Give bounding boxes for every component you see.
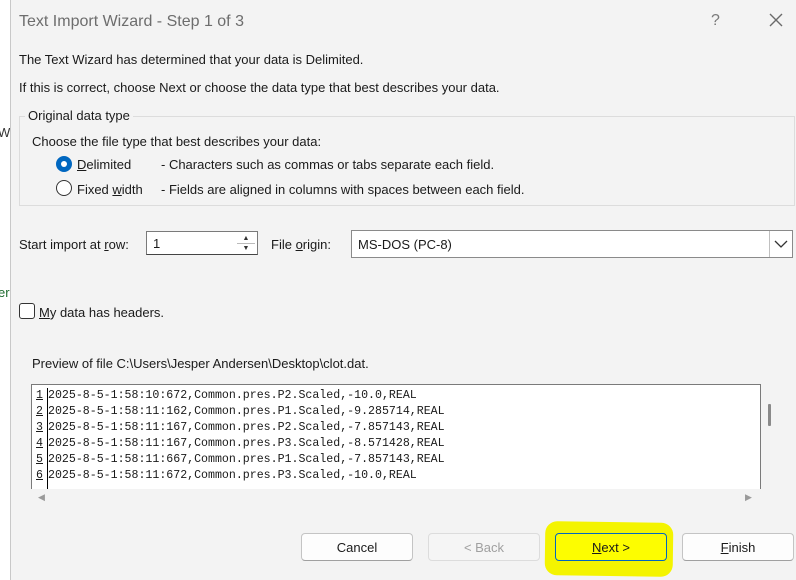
row-text: 2025-8-5-1:58:11:162,Common.pres.P1.Scal… — [48, 405, 445, 418]
stepper-buttons: ▲ ▼ — [237, 233, 255, 253]
next-button[interactable]: Next > — [555, 533, 667, 561]
close-icon — [769, 13, 783, 27]
intro-text: The Text Wizard has determined that your… — [19, 52, 364, 67]
row-number: 3 — [36, 421, 43, 434]
background-fragment: W — [0, 125, 11, 140]
fixed-width-radio[interactable] — [56, 180, 72, 196]
start-row-stepper[interactable]: 1 ▲ ▼ — [146, 231, 258, 255]
file-origin-label: File origin: — [271, 237, 331, 252]
row-text: 2025-8-5-1:58:11:672,Common.pres.P3.Scal… — [48, 469, 417, 482]
cancel-button[interactable]: Cancel — [301, 533, 413, 561]
headers-checkbox[interactable] — [19, 303, 35, 319]
group-legend: Original data type — [25, 108, 133, 123]
row-text: 2025-8-5-1:58:10:672,Common.pres.P2.Scal… — [48, 389, 417, 402]
row-number: 5 — [36, 453, 43, 466]
dialog-title: Text Import Wizard - Step 1 of 3 — [19, 13, 244, 30]
intro-instruction: If this is correct, choose Next or choos… — [19, 80, 500, 95]
delimited-label[interactable]: Delimited — [77, 157, 131, 172]
row-number: 4 — [36, 437, 43, 450]
delimited-radio[interactable] — [56, 156, 72, 172]
scroll-left-icon[interactable]: ◀ — [38, 492, 45, 503]
fixed-width-description: - Fields are aligned in columns with spa… — [161, 182, 525, 197]
text-import-wizard-dialog: Text Import Wizard - Step 1 of 3 ? The T… — [10, 0, 796, 580]
spin-down-icon[interactable]: ▼ — [237, 243, 255, 253]
finish-button[interactable]: Finish — [682, 533, 794, 561]
file-origin-value: MS-DOS (PC-8) — [358, 237, 452, 252]
vertical-scrollbar-thumb[interactable] — [768, 404, 771, 426]
start-row-label: Start import at row: — [19, 237, 129, 252]
back-button[interactable]: < Back — [428, 533, 540, 561]
file-origin-select[interactable]: MS-DOS (PC-8) — [351, 230, 793, 258]
help-button[interactable]: ? — [711, 12, 720, 30]
chevron-down-icon[interactable] — [769, 231, 792, 257]
row-text: 2025-8-5-1:58:11:167,Common.pres.P3.Scal… — [48, 437, 445, 450]
headers-label[interactable]: My data has headers. — [39, 305, 164, 320]
row-number: 2 — [36, 405, 43, 418]
scroll-right-icon[interactable]: ▶ — [745, 492, 752, 503]
row-number: 1 — [36, 389, 43, 402]
background-fragment: er — [0, 285, 10, 300]
fixed-width-label[interactable]: Fixed width — [77, 182, 143, 197]
background-window: W er — [0, 0, 10, 580]
delimited-description: - Characters such as commas or tabs sepa… — [161, 157, 495, 172]
preview-pane[interactable]: 1 2025-8-5-1:58:10:672,Common.pres.P2.Sca… — [31, 384, 761, 489]
row-number: 6 — [36, 469, 43, 482]
preview-caption: Preview of file C:\Users\Jesper Andersen… — [32, 356, 369, 371]
row-text: 2025-8-5-1:58:11:667,Common.pres.P1.Scal… — [48, 453, 445, 466]
file-type-prompt: Choose the file type that best describes… — [32, 134, 322, 149]
start-row-value[interactable]: 1 — [153, 236, 160, 251]
row-text: 2025-8-5-1:58:11:167,Common.pres.P2.Scal… — [48, 421, 445, 434]
title-bar: Text Import Wizard - Step 1 of 3 ? — [11, 0, 796, 44]
close-button[interactable] — [764, 8, 788, 32]
